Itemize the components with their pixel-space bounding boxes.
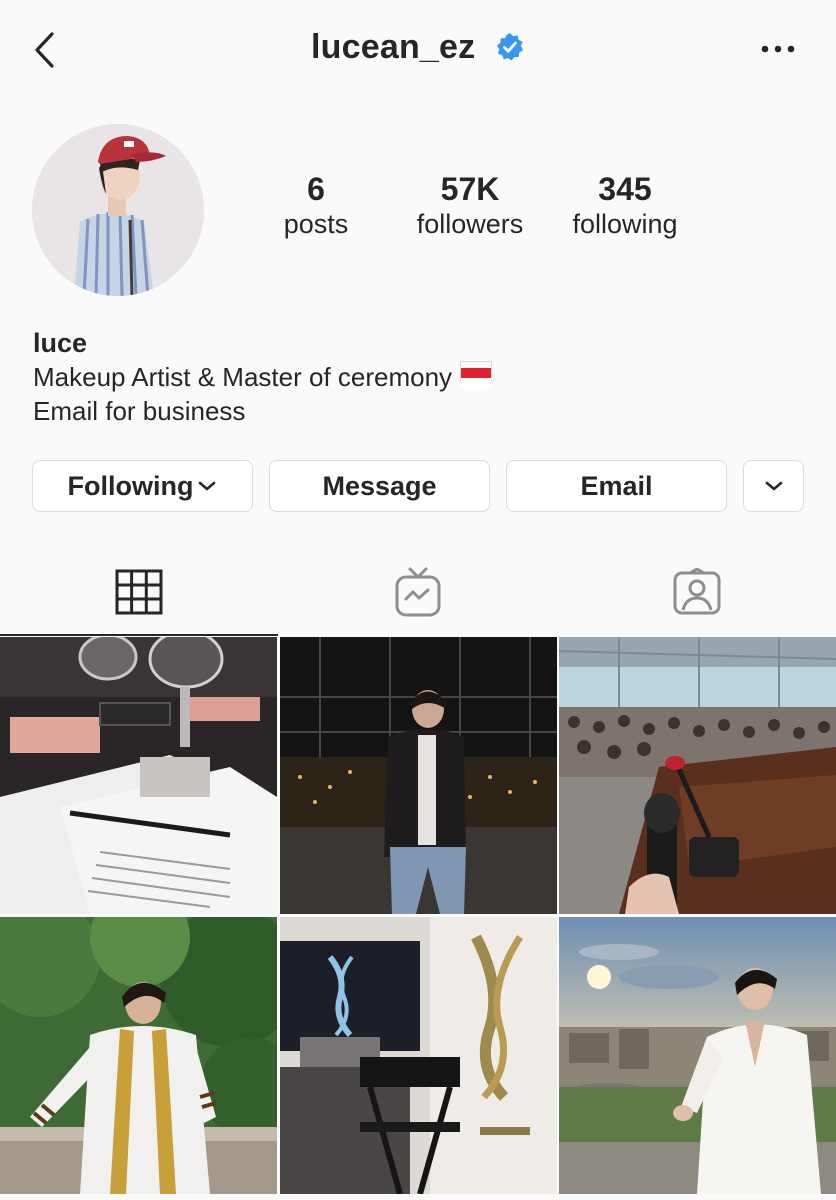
- username-text: lucean_ez: [311, 28, 476, 66]
- more-options-button[interactable]: [758, 34, 798, 64]
- post-thumbnail[interactable]: [559, 917, 836, 1194]
- post-thumbnail[interactable]: [280, 637, 557, 914]
- posts-count: 6: [307, 171, 325, 207]
- profile-avatar[interactable]: [32, 124, 204, 296]
- bio-text-2: Email for business: [33, 396, 246, 426]
- followers-count: 57K: [440, 171, 500, 207]
- tab-igtv[interactable]: [279, 550, 557, 634]
- tab-tagged[interactable]: [558, 550, 836, 634]
- igtv-icon: [395, 567, 441, 617]
- profile-tabs: [0, 550, 836, 636]
- top-bar: lucean_ez: [0, 0, 836, 100]
- message-button[interactable]: Message: [269, 460, 490, 512]
- verified-badge-icon: [495, 32, 525, 71]
- post-thumbnail[interactable]: [0, 917, 277, 1194]
- post-thumbnail[interactable]: [0, 637, 277, 914]
- post-thumbnail[interactable]: [280, 917, 557, 1194]
- posts-stat[interactable]: 6 posts: [266, 171, 366, 242]
- following-stat[interactable]: 345 following: [560, 171, 690, 242]
- following-count: 345: [598, 171, 652, 207]
- chevron-down-icon: [199, 481, 216, 491]
- posts-grid: [0, 637, 836, 1200]
- indonesia-flag-icon: [460, 361, 493, 388]
- profile-username: lucean_ez: [0, 28, 836, 71]
- message-button-label: Message: [322, 470, 437, 501]
- posts-label: posts: [283, 209, 349, 240]
- profile-bio: luce Makeup Artist & Master of ceremony …: [33, 326, 493, 428]
- chevron-down-icon: [765, 481, 782, 491]
- email-button[interactable]: Email: [506, 460, 727, 512]
- more-horizontal-icon: [761, 45, 795, 53]
- bio-line: Makeup Artist & Master of ceremony: [33, 360, 493, 394]
- tab-grid[interactable]: [0, 550, 278, 636]
- grid-icon: [115, 569, 163, 615]
- tagged-person-icon: [673, 568, 721, 615]
- following-button[interactable]: Following: [32, 460, 253, 512]
- suggested-accounts-button[interactable]: [743, 460, 804, 512]
- email-button-label: Email: [580, 470, 653, 501]
- post-thumbnail[interactable]: [559, 637, 836, 914]
- display-name: luce: [33, 328, 88, 358]
- followers-stat[interactable]: 57K followers: [404, 171, 536, 242]
- following-button-label: Following: [67, 470, 194, 501]
- bio-text-1: Makeup Artist & Master of ceremony: [33, 362, 453, 392]
- followers-label: followers: [416, 209, 524, 240]
- following-label: following: [572, 209, 678, 240]
